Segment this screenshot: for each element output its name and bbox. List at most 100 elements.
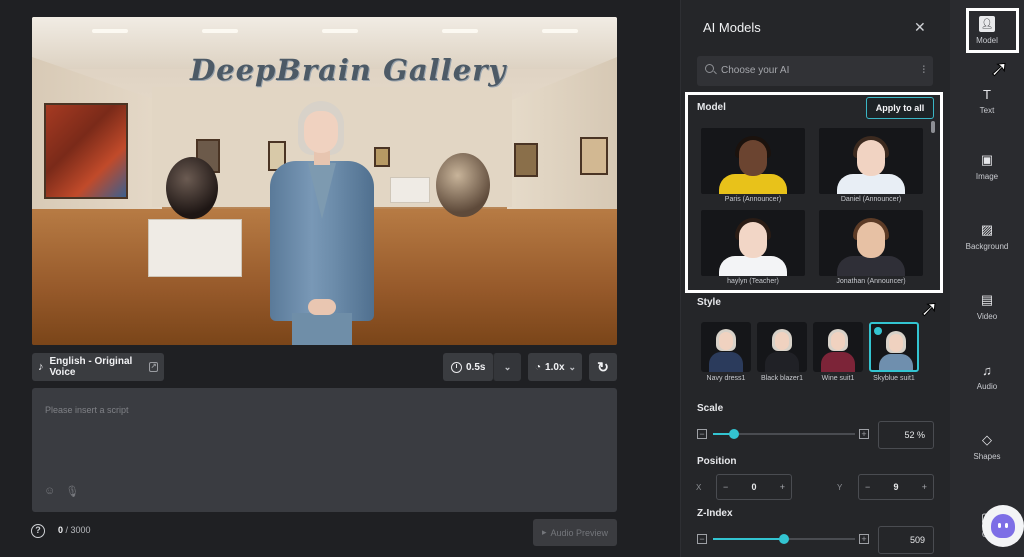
style-card[interactable]: Skyblue suit1 <box>869 322 919 384</box>
toolbar-item-shapes[interactable]: ◇ Shapes <box>950 432 1024 482</box>
chevron-down-icon: ⌄ <box>568 361 577 372</box>
shapes-icon: ◇ <box>982 432 992 447</box>
toolbar-item-video[interactable]: ▤ Video <box>950 292 1024 342</box>
ceiling-light <box>542 29 578 33</box>
model-face <box>739 140 767 176</box>
style-card[interactable]: Black blazer1 <box>757 322 807 384</box>
chatbot-icon <box>991 514 1015 538</box>
style-card[interactable]: Wine suit1 <box>813 322 863 384</box>
avatar-hands <box>308 299 336 315</box>
script-input[interactable]: Please insert a script ☺ 🎙︎ <box>32 388 617 512</box>
style-card[interactable]: Navy dress1 <box>701 322 751 384</box>
duration-button[interactable]: 0.5s <box>443 353 493 381</box>
toolbar-item-text[interactable]: T Text <box>950 86 1024 136</box>
scale-value-field[interactable]: 52 % <box>878 421 934 449</box>
duration-dropdown[interactable]: ⌄ <box>493 353 521 381</box>
avatar-face <box>304 111 338 153</box>
plus-icon[interactable]: + <box>780 482 785 492</box>
music-note-icon: ♫ <box>982 362 992 378</box>
help-icon[interactable]: ? <box>31 524 45 538</box>
ai-models-panel: AI Models ✕ Choose your AI ⫶ Model Apply… <box>680 0 950 557</box>
clapperboard-icon: ▤ <box>980 292 994 307</box>
editor-window: DeepBrain Gallery ♪ English - Original V… <box>0 0 1024 557</box>
painting-small <box>514 143 538 177</box>
zindex-value-field[interactable]: 509 <box>878 526 934 554</box>
pedestal <box>148 219 242 277</box>
avatar-skirt <box>292 313 352 345</box>
audio-preview-label: Audio Preview <box>550 527 609 538</box>
toolbar-item-background[interactable]: ▨ Background <box>950 222 1024 272</box>
speed-select[interactable]: ◔ 1.0x ⌄ <box>528 353 582 381</box>
audio-preview-button[interactable]: ▸ Audio Preview <box>533 519 617 546</box>
emoji-icon[interactable]: ☺ <box>44 485 55 498</box>
model-list-scrollbar[interactable] <box>931 121 935 133</box>
image-icon: ▣ <box>980 152 994 167</box>
x-position-stepper[interactable]: − 0 + <box>716 474 792 500</box>
zindex-knob[interactable] <box>779 534 789 544</box>
script-placeholder: Please insert a script <box>45 405 129 415</box>
side-toolbar: 👤︎ Model T Text ▣ Image ▨ Background ▤ Video ♫ Audi… <box>950 0 1024 557</box>
search-icon <box>705 64 714 73</box>
model-name: Paris (Announcer) <box>724 196 782 203</box>
preview-canvas[interactable]: DeepBrain Gallery <box>32 17 617 345</box>
scale-slider[interactable]: − + <box>697 428 869 442</box>
scale-label: Scale <box>697 403 724 414</box>
char-count: 0 <box>58 525 64 535</box>
speedometer-icon: ◔ <box>535 361 542 373</box>
model-card[interactable]: Daniel (Announcer) <box>819 128 923 206</box>
script-tools: ☺ 🎙︎ <box>44 485 79 498</box>
style-label: Style <box>697 297 721 308</box>
character-counter: 0 / 3000 <box>58 525 91 535</box>
microphone-icon[interactable]: 🎙︎ <box>65 485 79 498</box>
style-face <box>831 332 845 350</box>
model-tool-highlight <box>966 8 1019 53</box>
voice-select-button[interactable]: ♪ English - Original Voice ↗ <box>32 353 164 381</box>
toolbar-item-audio[interactable]: ♫ Audio <box>950 362 1024 412</box>
style-outfit <box>765 352 799 372</box>
char-limit: / 3000 <box>65 525 91 535</box>
reset-button[interactable]: ↻ <box>589 353 617 381</box>
ceiling-light <box>442 29 478 33</box>
scale-knob[interactable] <box>729 429 740 439</box>
model-thumbnail <box>819 210 923 276</box>
model-card[interactable]: Jonathan (Announcer) <box>819 210 923 288</box>
model-outfit <box>719 174 787 194</box>
toolbar-item-image[interactable]: ▣ Image <box>950 152 1024 202</box>
panel-title: AI Models <box>703 20 761 35</box>
model-outfit <box>837 256 905 276</box>
scale-track <box>713 429 855 439</box>
chatbot-button[interactable] <box>982 505 1024 547</box>
chevron-down-icon: ⌄ <box>503 361 512 372</box>
filter-sliders-icon[interactable]: ⫶ <box>923 65 926 76</box>
hatched-square-icon: ▨ <box>980 222 994 237</box>
play-icon: ▸ <box>541 527 547 537</box>
speed-value: 1.0x <box>545 361 565 373</box>
search-input[interactable]: Choose your AI ⫶ <box>697 56 933 86</box>
ai-avatar[interactable] <box>260 101 384 345</box>
zindex-fill <box>713 538 784 540</box>
model-thumbnail <box>701 210 805 276</box>
minus-square-icon[interactable]: − <box>697 429 707 439</box>
cursor-icon: ➚ <box>989 56 1009 82</box>
model-outfit <box>719 256 787 276</box>
minus-square-icon[interactable]: − <box>697 534 707 544</box>
x-label: X <box>696 483 702 492</box>
style-thumbnail <box>813 322 863 372</box>
model-card[interactable]: Paris (Announcer) <box>701 128 805 206</box>
zindex-slider[interactable]: − + <box>697 533 869 547</box>
model-face <box>739 222 767 258</box>
plus-icon[interactable]: + <box>922 482 927 492</box>
model-face <box>857 222 885 258</box>
apply-to-all-button[interactable]: Apply to all <box>866 97 934 119</box>
search-placeholder: Choose your AI <box>721 65 790 76</box>
external-link-icon: ↗ <box>149 362 158 372</box>
ceiling-light <box>322 29 358 33</box>
plus-square-icon[interactable]: + <box>859 534 869 544</box>
model-face <box>857 140 885 176</box>
y-position-stepper[interactable]: − 9 + <box>858 474 934 500</box>
close-icon[interactable]: ✕ <box>914 19 926 36</box>
plus-square-icon[interactable]: + <box>859 429 869 439</box>
model-card[interactable]: haylyn (Teacher) <box>701 210 805 288</box>
model-thumbnail <box>819 128 923 194</box>
model-thumbnail <box>701 128 805 194</box>
